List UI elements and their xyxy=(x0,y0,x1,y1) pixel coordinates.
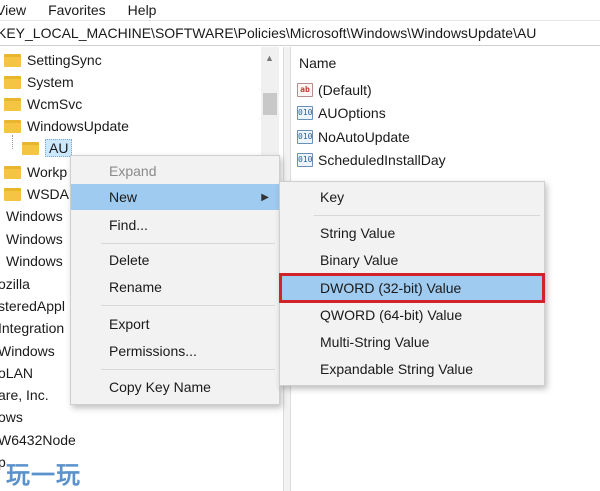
tree-item-windows-2[interactable]: Windows xyxy=(6,228,63,250)
tree-connector xyxy=(12,135,13,149)
tree-item-olan[interactable]: oLAN xyxy=(0,362,33,384)
menu-view[interactable]: View xyxy=(0,2,26,18)
context-menu: Expand New ▶ Find... Delete Rename Expor… xyxy=(70,155,280,405)
watermark-logo: 玩一玩 xyxy=(6,461,81,489)
menu-separator xyxy=(314,215,540,216)
binary-value-icon: 010 xyxy=(297,106,313,120)
tree-item-registeredapps[interactable]: steredAppl xyxy=(0,295,65,317)
menu-separator xyxy=(101,305,275,306)
menu-help[interactable]: Help xyxy=(128,2,157,18)
submenu-item-string-value[interactable]: String Value xyxy=(280,220,544,246)
tree-item-wsda[interactable]: WSDA xyxy=(4,183,69,205)
menu-item-export[interactable]: Export xyxy=(71,311,279,337)
tree-item-au[interactable]: AU xyxy=(22,137,73,159)
tree-item-windows-5[interactable]: ows xyxy=(0,406,23,428)
tree-scrollbar[interactable]: ▲ xyxy=(261,47,279,167)
menu-favorites[interactable]: Favorites xyxy=(48,2,106,18)
menu-bar: View Favorites Help xyxy=(0,0,600,20)
binary-value-icon: 010 xyxy=(297,153,313,167)
value-row-noautoupdate[interactable]: 010 NoAutoUpdate xyxy=(297,126,410,148)
address-bar[interactable]: KEY_LOCAL_MACHINE\SOFTWARE\Policies\Micr… xyxy=(0,20,600,46)
menu-item-rename[interactable]: Rename xyxy=(71,274,279,300)
tree-item-vmware[interactable]: are, Inc. xyxy=(0,384,49,406)
new-submenu: Key String Value Binary Value DWORD (32-… xyxy=(279,181,545,386)
submenu-item-multi-string-value[interactable]: Multi-String Value xyxy=(280,329,544,355)
menu-item-delete[interactable]: Delete xyxy=(71,247,279,273)
tree-item-wcmsvc[interactable]: WcmSvc xyxy=(4,93,82,115)
scroll-up-icon[interactable]: ▲ xyxy=(265,53,274,63)
menu-item-expand[interactable]: Expand xyxy=(71,158,279,184)
tree-item-mozilla[interactable]: ozilla xyxy=(0,273,30,295)
value-row-auoptions[interactable]: 010 AUOptions xyxy=(297,102,386,124)
tree-item-p[interactable]: p xyxy=(0,451,6,473)
submenu-item-key[interactable]: Key xyxy=(280,184,544,210)
tree-item-windows-1[interactable]: Windows xyxy=(6,205,63,227)
tree-item-windows-3[interactable]: Windows xyxy=(6,250,63,272)
folder-icon xyxy=(4,165,21,179)
folder-icon xyxy=(4,187,21,201)
folder-icon xyxy=(4,75,21,89)
address-path: KEY_LOCAL_MACHINE\SOFTWARE\Policies\Micr… xyxy=(0,25,537,41)
tree-item-settingsync[interactable]: SettingSync xyxy=(4,49,102,71)
folder-icon xyxy=(4,97,21,111)
tree-item-integration[interactable]: Integration xyxy=(0,317,64,339)
tree-item-wow6432node[interactable]: W6432Node xyxy=(0,429,76,451)
scroll-thumb[interactable] xyxy=(263,93,277,115)
chevron-right-icon: ▶ xyxy=(261,191,269,203)
submenu-item-binary-value[interactable]: Binary Value xyxy=(280,247,544,273)
menu-item-permissions[interactable]: Permissions... xyxy=(71,338,279,364)
submenu-item-expandable-string-value[interactable]: Expandable String Value xyxy=(280,356,544,382)
menu-item-copy-key-name[interactable]: Copy Key Name xyxy=(71,374,279,400)
menu-separator xyxy=(101,369,275,370)
value-row-scheduledinstallday[interactable]: 010 ScheduledInstallDay xyxy=(297,149,446,171)
value-row-default[interactable]: ab (Default) xyxy=(297,79,372,101)
menu-separator xyxy=(101,243,275,244)
tree-item-windows-4[interactable]: Windows xyxy=(0,340,55,362)
tree-item-windowsupdate[interactable]: WindowsUpdate xyxy=(4,115,129,137)
folder-icon xyxy=(4,119,21,133)
submenu-item-dword-value[interactable]: DWORD (32-bit) Value xyxy=(279,273,545,303)
folder-icon xyxy=(4,53,21,67)
binary-value-icon: 010 xyxy=(297,130,313,144)
tree-item-system[interactable]: System xyxy=(4,71,74,93)
column-header-name[interactable]: Name xyxy=(299,55,336,71)
string-value-icon: ab xyxy=(297,83,313,97)
folder-icon xyxy=(22,141,39,155)
submenu-item-qword-value[interactable]: QWORD (64-bit) Value xyxy=(280,302,544,328)
tree-item-workp[interactable]: Workp xyxy=(4,161,67,183)
menu-item-find[interactable]: Find... xyxy=(71,212,279,238)
menu-item-new[interactable]: New ▶ xyxy=(71,184,279,210)
